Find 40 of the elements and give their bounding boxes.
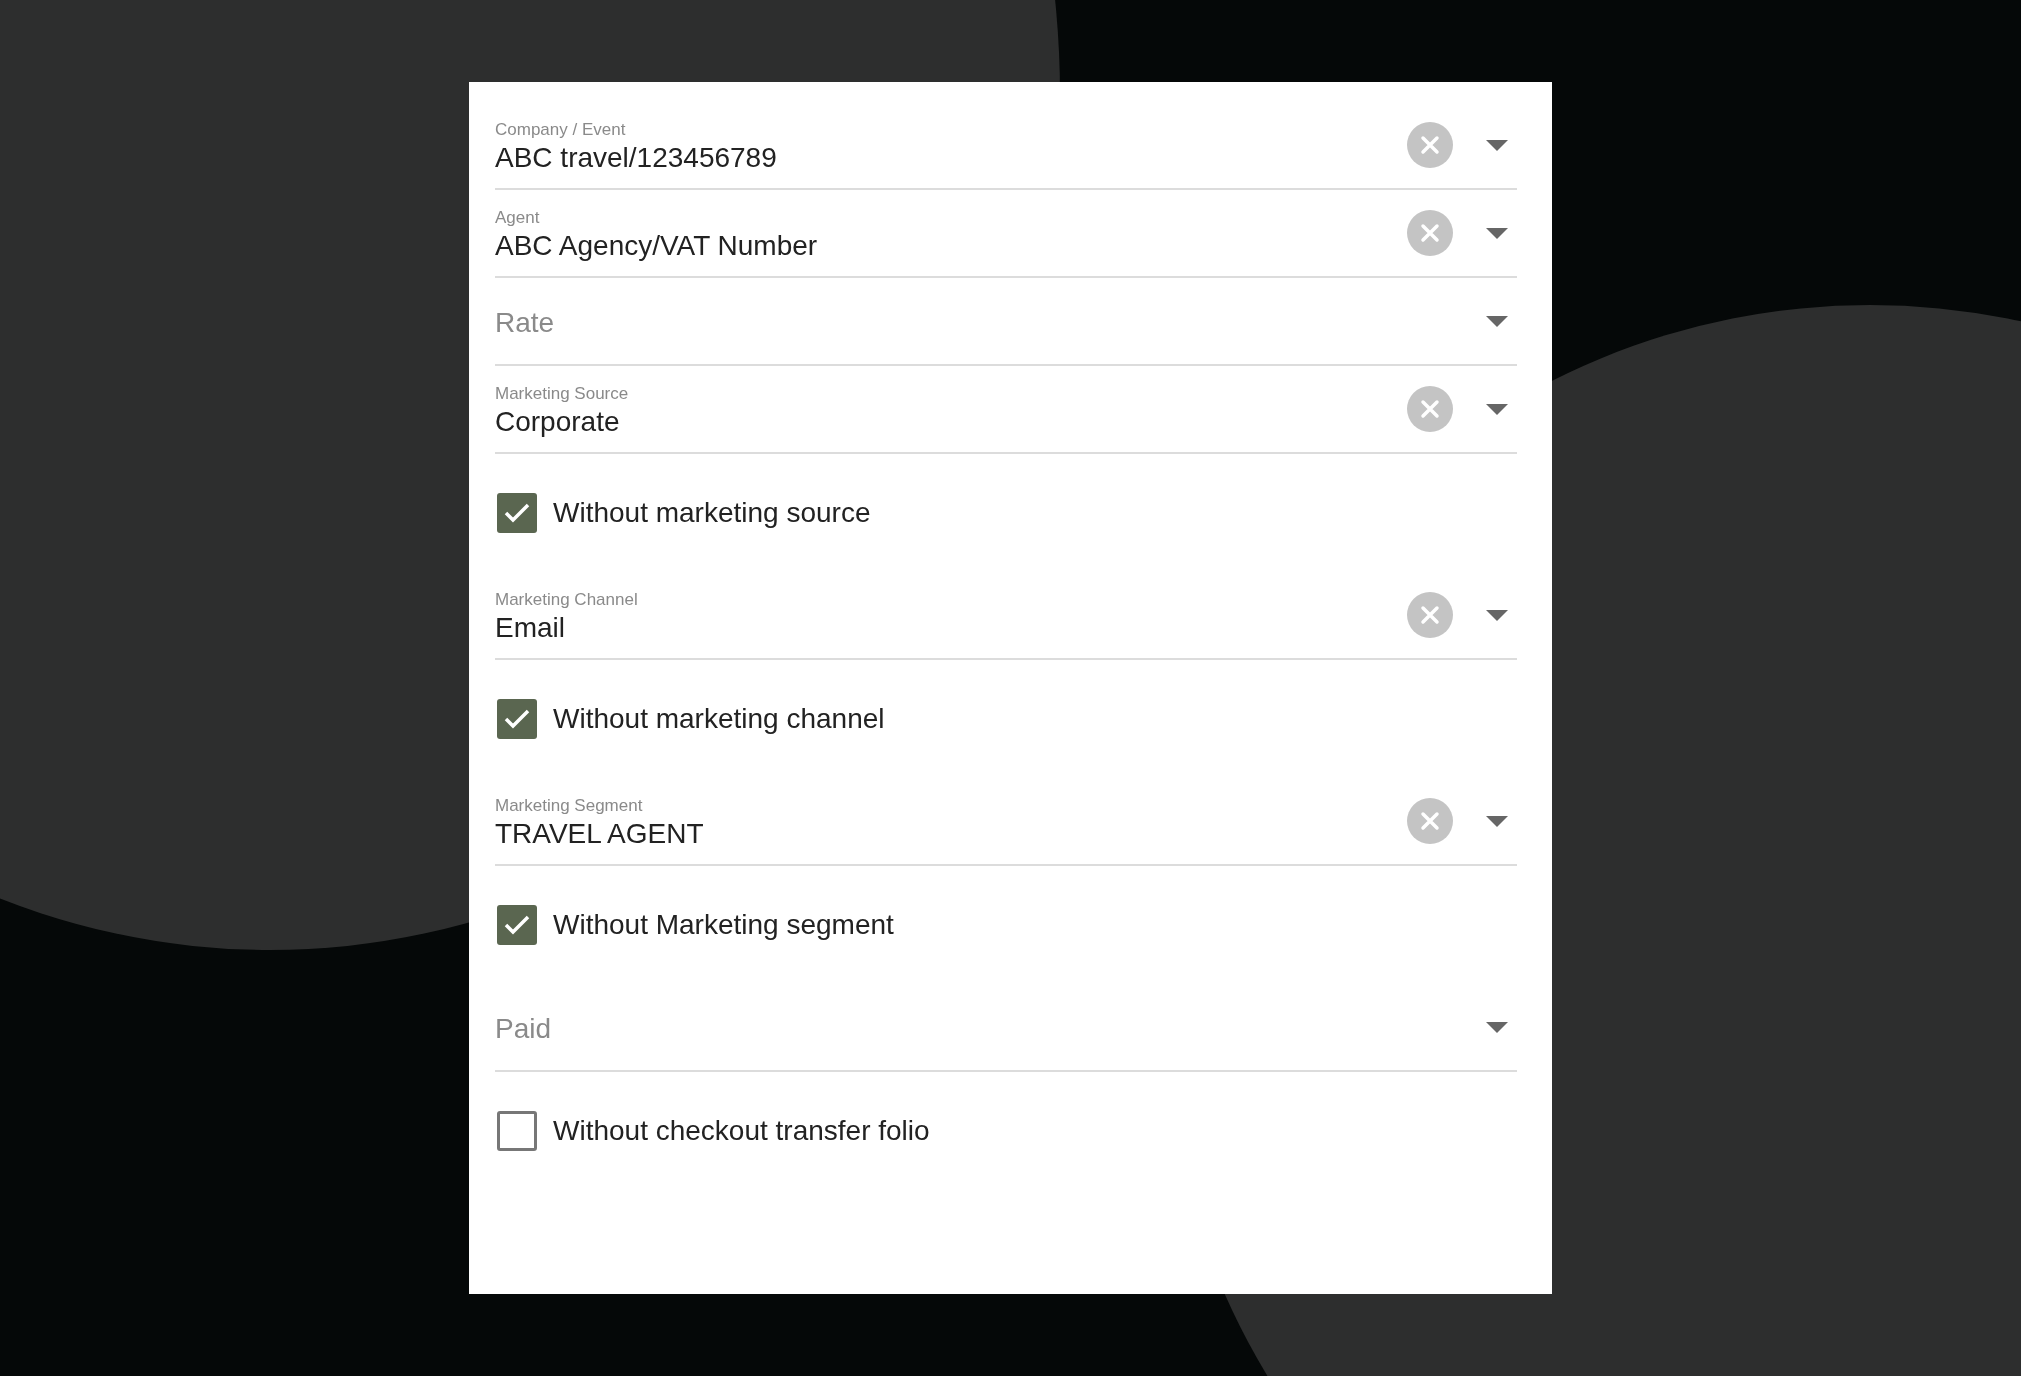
- select-field[interactable]: Company / Event ABC travel/123456789: [495, 102, 1517, 190]
- checkbox-label: Without checkout transfer folio: [553, 1115, 930, 1147]
- field-label: Marketing Source: [495, 383, 629, 405]
- checkbox[interactable]: [497, 1111, 537, 1151]
- field-placeholder: Paid: [495, 1013, 552, 1045]
- field-value: Corporate: [495, 405, 620, 439]
- field-value: Email: [495, 611, 565, 645]
- field-value: ABC Agency/VAT Number: [495, 229, 818, 263]
- close-icon: [1420, 135, 1440, 155]
- check-icon: [503, 914, 531, 936]
- close-icon: [1420, 223, 1440, 243]
- field-label: Marketing Segment: [495, 795, 643, 817]
- checkbox-label: Without marketing channel: [553, 703, 885, 735]
- caret-icon: [1486, 139, 1508, 151]
- caret-icon: [1486, 1021, 1508, 1033]
- field-label: Company / Event: [495, 119, 626, 141]
- field-placeholder: Rate: [495, 307, 555, 339]
- close-icon: [1420, 399, 1440, 419]
- select-field[interactable]: Marketing Segment TRAVEL AGENT: [495, 778, 1517, 866]
- caret-icon: [1486, 315, 1508, 327]
- caret-icon: [1486, 815, 1508, 827]
- checkbox-label: Without Marketing segment: [553, 909, 894, 941]
- select-field[interactable]: Marketing Source Corporate: [495, 366, 1517, 454]
- field-value: TRAVEL AGENT: [495, 817, 704, 851]
- check-icon: [503, 502, 531, 524]
- caret-icon: [1486, 227, 1508, 239]
- field-value: ABC travel/123456789: [495, 141, 777, 175]
- caret-icon: [1486, 609, 1508, 621]
- caret-icon: [1486, 403, 1508, 415]
- select-field[interactable]: Marketing Channel Email: [495, 572, 1517, 660]
- checkbox[interactable]: [497, 905, 537, 945]
- check-icon: [503, 708, 531, 730]
- select-field[interactable]: Agent ABC Agency/VAT Number: [495, 190, 1517, 278]
- close-icon: [1420, 811, 1440, 831]
- close-icon: [1420, 605, 1440, 625]
- checkbox[interactable]: [497, 699, 537, 739]
- checkbox[interactable]: [497, 493, 537, 533]
- checkbox-label: Without marketing source: [553, 497, 871, 529]
- field-label: Marketing Channel: [495, 589, 638, 611]
- field-label: Agent: [495, 207, 540, 229]
